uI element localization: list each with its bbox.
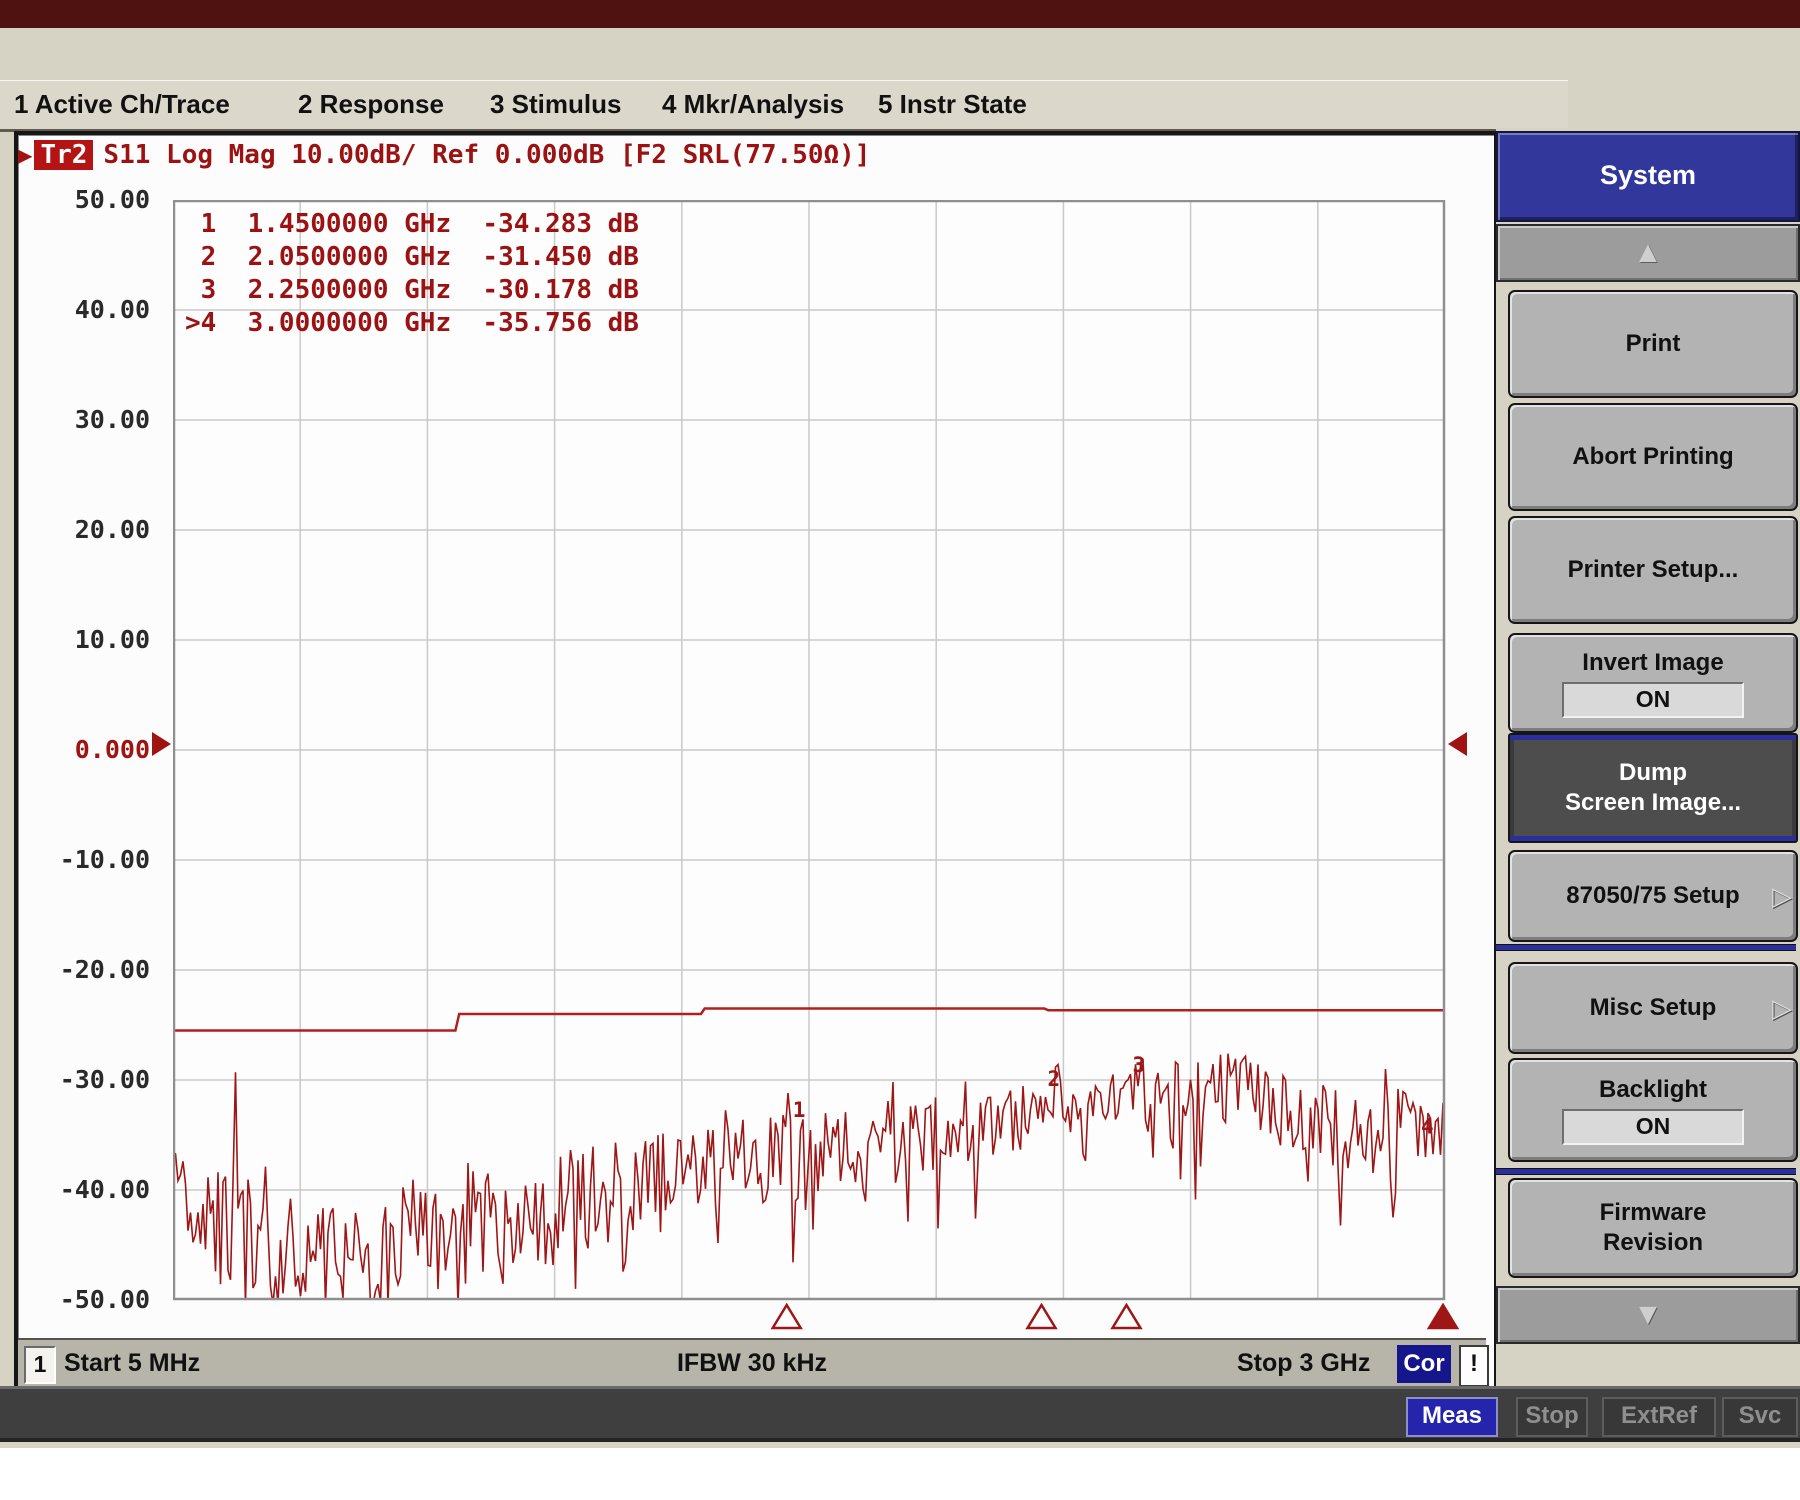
softkey-label: Dump	[1619, 758, 1687, 788]
y-tick--30.00: -30.00	[40, 1065, 150, 1094]
menu-item-4-mkr-analysis[interactable]: 4 Mkr/Analysis	[662, 89, 844, 120]
svc-status-indicator: Svc	[1722, 1397, 1798, 1437]
y-tick-10.00: 10.00	[40, 625, 150, 654]
measurement-plot: 1 2 3 4	[173, 200, 1463, 1334]
extref-status-indicator: ExtRef	[1602, 1397, 1716, 1437]
marker-3-stimulus-triangle-icon	[1112, 1305, 1140, 1328]
softkey-dump-screen-image[interactable]: DumpScreen Image...	[1508, 733, 1798, 843]
trace-settings-text: S11 Log Mag 10.00dB/ Ref 0.000dB [F2 SRL…	[103, 140, 870, 170]
marker-4-stimulus-triangle-icon	[1429, 1305, 1457, 1328]
correction-status-badge: Cor	[1397, 1345, 1451, 1383]
softkey-state-indicator: ON	[1562, 1109, 1743, 1145]
softkey-scroll-down-button[interactable]: ▼	[1496, 1286, 1800, 1344]
y-tick-50.00: 50.00	[40, 185, 150, 214]
softkey-invert-image[interactable]: Invert Image ON	[1508, 633, 1798, 733]
y-tick--40.00: -40.00	[40, 1175, 150, 1204]
menu-item-5-instr-state[interactable]: 5 Instr State	[878, 89, 1027, 120]
trace-status-line: ▶ Tr2 S11 Log Mag 10.00dB/ Ref 0.000dB […	[18, 139, 870, 171]
softkey-label: Abort Printing	[1572, 442, 1733, 472]
softkey-firmware-revision[interactable]: FirmwareRevision	[1508, 1178, 1798, 1278]
submenu-arrow-icon: ▷	[1772, 881, 1792, 911]
menu-bar: 1 Active Ch/Trace 2 Response 3 Stimulus 4 M…	[0, 80, 1568, 132]
softkey-menu-title: System	[1496, 131, 1800, 222]
y-tick-20.00: 20.00	[40, 515, 150, 544]
softkey-abort-printing[interactable]: Abort Printing	[1508, 403, 1798, 511]
y-tick-0.000: 0.000	[40, 735, 150, 764]
y-tick--20.00: -20.00	[40, 955, 150, 984]
reference-level-pointer-right-icon	[1448, 732, 1467, 756]
stop-status-indicator: Stop	[1516, 1397, 1588, 1437]
submenu-arrow-icon: ▷	[1772, 993, 1792, 1023]
softkey-print[interactable]: Print	[1508, 290, 1798, 398]
top-title-band	[0, 0, 1800, 28]
marker-row-3: 3 2.2500000 GHz -30.178 dB	[185, 274, 639, 307]
marker-row-1: 1 1.4500000 GHz -34.283 dB	[185, 208, 639, 241]
softkey-label: 87050/75 Setup	[1566, 881, 1739, 911]
softkey-label: Printer Setup...	[1568, 555, 1739, 585]
softkey-label: Backlight	[1599, 1075, 1707, 1105]
softkey-group-separator	[1496, 1168, 1796, 1175]
stop-frequency-label: Stop 3 GHz	[1237, 1349, 1370, 1378]
reference-level-pointer-left-icon	[152, 732, 171, 756]
softkey-label: Firmware	[1600, 1198, 1707, 1228]
softkey-backlight[interactable]: Backlight ON	[1508, 1058, 1798, 1162]
active-trace-pointer-icon: ▶	[18, 141, 32, 169]
marker-row-2: 2 2.0500000 GHz -31.450 dB	[185, 241, 639, 274]
marker-2-stimulus-triangle-icon	[1028, 1305, 1056, 1328]
softkey-label: Invert Image	[1582, 648, 1723, 678]
marker-1-stimulus-triangle-icon	[773, 1305, 801, 1328]
softkey-printer-setup[interactable]: Printer Setup...	[1508, 516, 1798, 624]
softkey-87050-75-setup[interactable]: 87050/75 Setup ▷	[1508, 850, 1798, 942]
y-tick-30.00: 30.00	[40, 405, 150, 434]
softkey-label: Print	[1626, 329, 1681, 359]
softkey-label: Screen Image...	[1565, 788, 1741, 818]
menu-item-3-stimulus[interactable]: 3 Stimulus	[490, 89, 621, 120]
marker-3-trace-label: 3	[1132, 1053, 1145, 1077]
marker-1-trace-label: 1	[793, 1098, 806, 1122]
softkey-label: Revision	[1603, 1228, 1703, 1258]
y-tick-40.00: 40.00	[40, 295, 150, 324]
menu-item-2-response[interactable]: 2 Response	[298, 89, 444, 120]
softkey-misc-setup[interactable]: Misc Setup ▷	[1508, 962, 1798, 1054]
softkey-scroll-up-button[interactable]: ▲	[1496, 224, 1800, 282]
marker-4-trace-label: 4	[1421, 1114, 1434, 1138]
marker-2-trace-label: 2	[1048, 1067, 1061, 1091]
marker-row-4: >4 3.0000000 GHz -35.756 dB	[185, 307, 639, 340]
up-arrow-icon: ▲	[1633, 236, 1663, 269]
softkey-label: Misc Setup	[1590, 993, 1717, 1023]
down-arrow-icon: ▼	[1633, 1298, 1663, 1331]
softkey-group-separator	[1496, 944, 1796, 951]
instrument-status-bar: Meas Stop ExtRef Svc	[0, 1386, 1800, 1442]
meas-status-indicator: Meas	[1406, 1397, 1498, 1437]
menu-item-1-active-ch-trace[interactable]: 1 Active Ch/Trace	[14, 89, 230, 120]
y-tick--10.00: -10.00	[40, 845, 150, 874]
alert-badge: !	[1459, 1345, 1489, 1387]
channel-status-bar: 1 Start 5 MHz IFBW 30 kHz Stop 3 GHz Cor…	[18, 1338, 1486, 1388]
y-tick--50.00: -50.00	[40, 1285, 150, 1314]
trace-label-badge[interactable]: Tr2	[34, 140, 93, 170]
marker-readout-table: 1 1.4500000 GHz -34.283 dB 2 2.0500000 G…	[185, 208, 639, 340]
softkey-state-indicator: ON	[1562, 682, 1743, 718]
